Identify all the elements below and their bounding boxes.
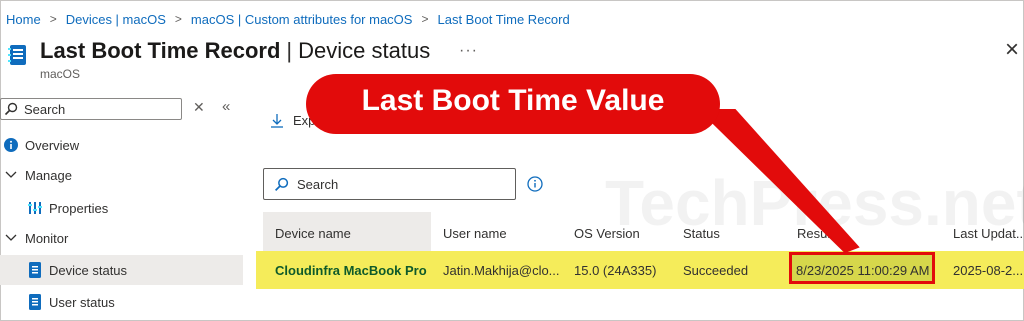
column-header-last-updated[interactable]: Last Updat... (953, 226, 1024, 241)
cell-result: 8/23/2025 11:00:29 AM (796, 263, 930, 278)
breadcrumb-devices-macos[interactable]: Devices | macOS (66, 12, 166, 27)
sidebar-group-label: Monitor (25, 230, 69, 246)
chevron-down-icon (3, 167, 19, 183)
info-icon[interactable] (527, 176, 543, 192)
device-icon (27, 262, 43, 278)
sidebar-item-label: Device status (49, 262, 128, 278)
search-icon (275, 177, 289, 191)
column-header-device-name[interactable]: Device name (275, 226, 351, 241)
column-header-status[interactable]: Status (683, 226, 720, 241)
collapse-sidebar-icon[interactable]: « (222, 98, 230, 115)
grid-search-input[interactable]: Search (263, 168, 516, 200)
sidebar-item-label: Properties (49, 200, 109, 216)
sidebar-group-label: Manage (25, 167, 72, 183)
custom-attribute-icon (8, 45, 26, 65)
callout-label: Last Boot Time Value (361, 84, 665, 117)
result-highlight-box: 8/23/2025 11:00:29 AM (789, 252, 935, 284)
cell-last-updated: 2025-08-2... (953, 263, 1024, 278)
column-header-user-name[interactable]: User name (443, 226, 507, 241)
sidebar-item-device-status[interactable]: Device status (0, 255, 243, 285)
properties-icon (27, 200, 43, 216)
page-title-section: Device status (298, 38, 431, 63)
page-subtitle: macOS (40, 67, 81, 81)
user-status-icon (27, 294, 43, 310)
sidebar-group-monitor[interactable]: Monitor (0, 223, 68, 253)
table-row[interactable]: Cloudinfra MacBook Pro Jatin.Makhija@clo… (256, 251, 1024, 289)
cell-status: Succeeded (683, 263, 749, 278)
column-header-os-version[interactable]: OS Version (574, 226, 640, 241)
page-title-main: Last Boot Time Record (40, 38, 281, 63)
sidebar-search-placeholder: Search (24, 101, 66, 117)
column-header-result[interactable]: Result (797, 226, 834, 241)
breadcrumb: Home > Devices | macOS > macOS | Custom … (6, 10, 570, 28)
sidebar-item-overview[interactable]: Overview (0, 130, 79, 160)
grid-search-placeholder: Search (297, 176, 339, 192)
search-icon (4, 102, 18, 116)
chevron-right-icon: > (174, 12, 182, 26)
chevron-right-icon: > (421, 12, 429, 26)
sidebar-item-properties[interactable]: Properties (0, 193, 108, 223)
table-header: Device name User name OS Version Status … (263, 212, 1024, 252)
close-icon[interactable]: × (1005, 36, 1019, 64)
breadcrumb-current[interactable]: Last Boot Time Record (437, 12, 569, 27)
download-icon (271, 113, 283, 128)
breadcrumb-custom-attributes[interactable]: macOS | Custom attributes for macOS (191, 12, 413, 27)
info-icon (3, 137, 19, 153)
chevron-right-icon: > (49, 12, 57, 26)
chevron-down-icon (3, 230, 19, 246)
sidebar-search-input[interactable]: Search (0, 98, 182, 120)
cell-os-version: 15.0 (24A335) (574, 263, 657, 278)
title-divider: | (286, 38, 293, 63)
breadcrumb-home[interactable]: Home (6, 12, 41, 27)
clear-search-icon[interactable]: ✕ (193, 99, 205, 116)
cell-user-name: Jatin.Makhija@clo... (443, 263, 560, 278)
page-title: Last Boot Time Record | Device status (40, 38, 430, 64)
sidebar-group-manage[interactable]: Manage (0, 160, 72, 190)
sidebar-item-label: Overview (25, 137, 80, 153)
device-name-link[interactable]: Cloudinfra MacBook Pro (275, 263, 427, 278)
sidebar-item-label: User status (49, 294, 115, 310)
more-options-icon[interactable]: ··· (459, 42, 478, 60)
sidebar-item-user-status[interactable]: User status (0, 287, 115, 317)
